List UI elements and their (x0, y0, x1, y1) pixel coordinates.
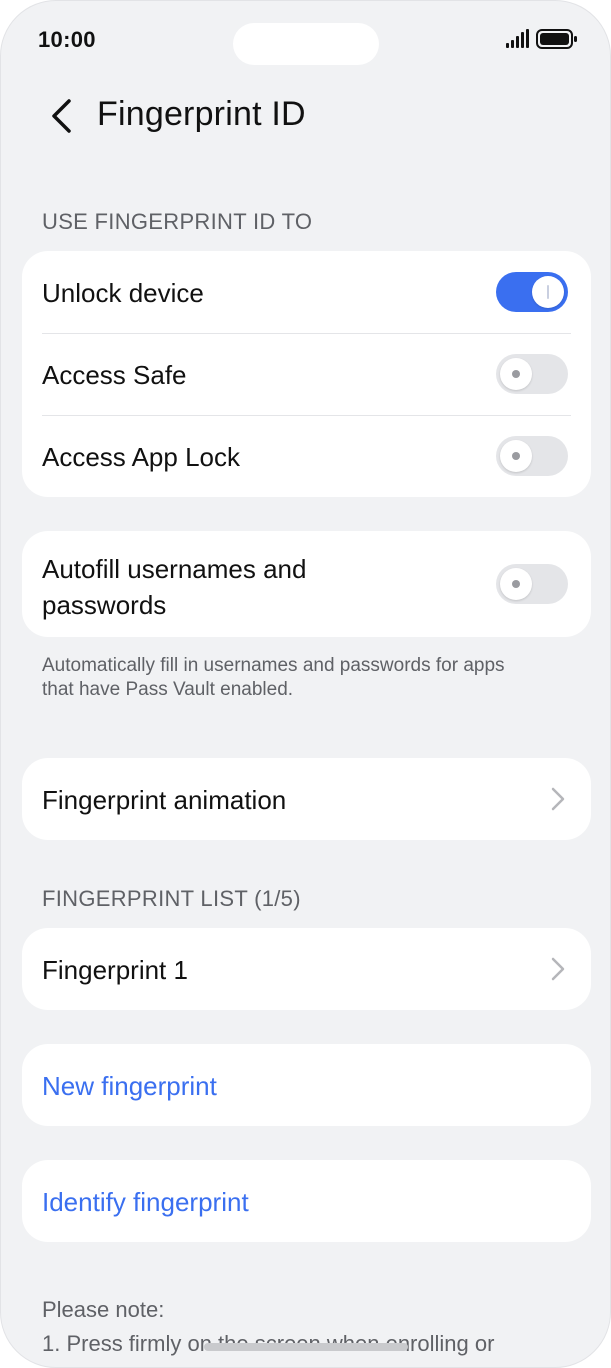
autofill-description-line1: Automatically fill in usernames and pass… (42, 655, 505, 676)
unlock-device-toggle[interactable] (496, 272, 568, 312)
autofill-toggle[interactable] (496, 564, 568, 604)
autofill-label-line1: Autofill usernames and (42, 554, 307, 584)
note-heading: Please note: (42, 1297, 165, 1322)
fingerprint-animation-label: Fingerprint animation (42, 785, 287, 815)
fingerprint-animation-row[interactable]: Fingerprint animation (22, 758, 591, 840)
identify-fingerprint-label: Identify fingerprint (42, 1187, 249, 1217)
chevron-right-icon (551, 787, 565, 811)
setting-row-access-app-lock[interactable]: Access App Lock (42, 415, 571, 497)
autofill-label: Autofill usernames and passwords (42, 551, 306, 623)
section-title-fingerprint-list: FINGERPRINT LIST (1/5) (42, 886, 301, 911)
identify-fingerprint-button[interactable]: Identify fingerprint (22, 1160, 591, 1242)
new-fingerprint-label: New fingerprint (42, 1071, 217, 1101)
autofill-description-line2: that have Pass Vault enabled. (42, 679, 294, 700)
fingerprint-list-item[interactable]: Fingerprint 1 (22, 928, 591, 1010)
status-time: 10:00 (38, 27, 96, 52)
setting-label: Access App Lock (42, 442, 240, 472)
phone-screen: 10:00 Fingerprint ID USE FINGERPRINT ID … (0, 0, 611, 1368)
use-for-card: Unlock device Access Safe Access App Loc… (22, 251, 591, 497)
setting-row-access-safe[interactable]: Access Safe (42, 333, 571, 415)
new-fingerprint-button[interactable]: New fingerprint (22, 1044, 591, 1126)
setting-row-autofill[interactable]: Autofill usernames and passwords (42, 531, 571, 637)
page-title: Fingerprint ID (97, 95, 306, 133)
back-arrow-icon[interactable] (45, 97, 79, 135)
fingerprint-item-content: Fingerprint 1 (42, 928, 571, 1010)
autofill-label-line2: passwords (42, 590, 167, 620)
autofill-card: Autofill usernames and passwords (22, 531, 591, 637)
status-bar: 10:00 (1, 1, 610, 81)
battery-icon (536, 29, 577, 49)
fingerprint-item-label: Fingerprint 1 (42, 955, 188, 985)
home-indicator[interactable] (204, 1343, 408, 1351)
setting-row-unlock-device[interactable]: Unlock device (42, 251, 571, 333)
signal-icon (506, 29, 529, 48)
access-safe-toggle[interactable] (496, 354, 568, 394)
setting-label: Unlock device (42, 278, 204, 308)
autofill-description: Automatically fill in usernames and pass… (42, 654, 582, 702)
fingerprint-animation-content: Fingerprint animation (42, 758, 571, 840)
access-app-lock-toggle[interactable] (496, 436, 568, 476)
section-title-use-for: USE FINGERPRINT ID TO (42, 209, 313, 234)
camera-pill (233, 23, 379, 65)
setting-label: Access Safe (42, 360, 187, 390)
chevron-right-icon (551, 957, 565, 981)
